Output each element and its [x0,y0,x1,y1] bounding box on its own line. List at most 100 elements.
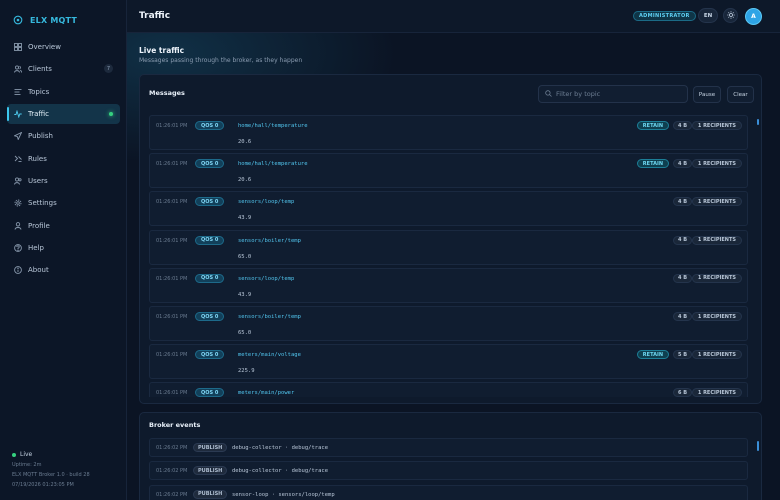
events-title: Broker events [149,421,201,429]
sidebar-item-about[interactable]: About [7,260,120,280]
message-row[interactable]: 01:26:01 PM QOS 0 home/hall/temperature 20.… [149,115,748,150]
message-topic[interactable]: sensors/boiler/temp [238,238,301,244]
size-badge: 4 B [672,121,692,130]
sidebar-item-users[interactable]: Users [7,171,120,191]
sidebar: ELX MQTT Overview Clients 7 Topics Traff… [0,0,127,500]
size-badge: 4 B [672,159,692,169]
sidebar-item-profile[interactable]: Profile [7,216,120,236]
sidebar-item-topics[interactable]: Topics [7,82,120,102]
page-title: Traffic [139,11,171,21]
size-badge: 5 B [672,350,692,360]
message-payload: 20.6 [238,177,252,184]
user-icon [13,221,22,230]
sidebar-item-overview[interactable]: Overview [7,37,120,57]
sun-icon [726,10,735,21]
sidebar-item-settings[interactable]: Settings [7,193,120,213]
recipients-badge: 1 RECIPIENTS [691,312,742,321]
message-time: 01:26:01 PM [156,352,188,359]
theme-toggle-button[interactable] [723,8,738,23]
event-type-badge: PUBLISH [193,466,228,476]
message-time: 01:26:01 PM [156,314,188,320]
info-icon [13,266,22,275]
message-row[interactable]: 01:26:01 PM QOS 0 sensors/loop/temp 43.9 1 R… [149,267,748,303]
recipients-badge: 1 RECIPIENTS [691,350,742,360]
clear-button[interactable]: Clear [727,86,754,103]
sidebar-item-label: Overview [28,43,61,51]
event-row[interactable]: 01:26:02 PM PUBLISH debug-collector · debu… [149,438,748,457]
message-row[interactable]: 01:26:01 PM QOS 0 sensors/boiler/temp 65.0 1… [149,229,748,265]
message-row[interactable]: 01:26:01 PM QOS 0 meters/main/power 1 RECIP… [149,382,748,397]
sidebar-item-rules[interactable]: Rules [7,149,120,169]
message-topic[interactable]: sensors/loop/temp [238,276,294,282]
app-name: ELX MQTT [30,15,77,25]
message-payload: 43.9 [238,291,252,298]
events-panel: Broker events 01:26:02 PM PUBLISH debug-co… [139,412,762,500]
sidebar-item-label: Clients [28,65,52,74]
sidebar-item-label: Publish [28,132,53,141]
timestamp-text: 07/19/2026 01:23:05 PM [12,482,74,488]
sidebar-item-label: Settings [28,199,57,208]
message-row[interactable]: 01:26:01 PM QOS 0 sensors/boiler/temp 65.0 1… [149,306,748,341]
message-time: 01:26:01 PM [156,199,188,206]
live-status: Live [12,450,122,460]
header: Traffic ADMINISTRATOR EN A [127,0,780,33]
recipients-badge: 1 RECIPIENTS [691,197,742,207]
message-topic[interactable]: sensors/loop/temp [238,199,294,205]
recipients-badge: 1 RECIPIENTS [691,235,742,245]
sidebar-item-traffic[interactable]: Traffic [7,104,120,125]
message-row[interactable]: 01:26:01 PM QOS 0 home/hall/temperature 20.… [149,153,748,189]
gear-icon [13,199,22,208]
sidebar-item-clients[interactable]: Clients 7 [7,59,120,79]
messages-title: Messages [149,89,185,97]
event-list[interactable]: 01:26:02 PM PUBLISH debug-collector · debu… [149,438,748,500]
topic-filter[interactable] [538,85,688,103]
section-subtitle: Messages passing through the broker, as … [139,57,303,64]
message-topic[interactable]: home/hall/temperature [238,123,308,129]
message-payload: 65.0 [238,330,252,336]
send-icon [13,132,22,141]
live-indicator-dot [109,112,113,117]
qos-badge: QOS 0 [195,159,225,169]
message-row[interactable]: 01:26:01 PM QOS 0 sensors/loop/temp 43.9 1 R… [149,191,748,227]
events-scrollbar[interactable] [757,441,759,451]
sidebar-item-label: Topics [28,87,50,96]
logo-icon [13,15,23,25]
users-icon [13,65,22,74]
message-payload: 65.0 [238,253,252,260]
event-row[interactable]: 01:26:02 PM PUBLISH debug-collector · debu… [149,461,748,481]
topic-filter-input[interactable] [556,90,676,98]
avatar[interactable]: A [745,8,762,25]
recipients-badge: 1 RECIPIENTS [691,121,742,130]
sidebar-item-help[interactable]: Help [7,238,120,258]
message-topic[interactable]: meters/main/power [238,390,294,396]
language-button[interactable]: EN [698,8,718,23]
message-time: 01:26:01 PM [156,123,188,129]
pause-button[interactable]: Pause [693,86,721,103]
message-topic[interactable]: home/hall/temperature [238,161,308,167]
message-topic[interactable]: sensors/boiler/temp [238,314,301,320]
message-time: 01:26:01 PM [156,275,188,282]
event-type-badge: PUBLISH [193,443,228,452]
messages-scrollbar[interactable] [757,119,759,125]
message-topic[interactable]: meters/main/voltage [238,352,301,358]
sidebar-item-publish[interactable]: Publish [7,126,120,146]
event-row[interactable]: 01:26:02 PM PUBLISH sensor-loop · sensors/… [149,484,748,500]
message-row[interactable]: 01:26:01 PM QOS 0 meters/main/voltage 225.9… [149,344,748,380]
event-text: debug-collector · debug/trace [232,445,329,451]
user-group-icon [13,177,22,186]
message-list[interactable]: 01:26:01 PM QOS 0 home/hall/temperature 20.… [149,115,748,397]
help-icon [13,244,22,253]
qos-badge: QOS 0 [195,273,225,283]
qos-badge: QOS 0 [195,312,225,321]
event-time: 01:26:02 PM [156,445,188,451]
live-status-dot [12,453,16,457]
retain-badge: RETAIN [636,159,669,169]
section-title: Live traffic [139,46,185,55]
uptime-text: Uptime: 2m [12,462,42,468]
event-text: debug-collector · debug/trace [232,468,329,475]
retain-badge: RETAIN [636,121,669,130]
sidebar-nav: Overview Clients 7 Topics Traffic Publis… [7,37,120,283]
qos-badge: QOS 0 [195,121,225,130]
brand[interactable]: ELX MQTT [13,14,77,26]
sidebar-item-label: Profile [28,221,50,230]
